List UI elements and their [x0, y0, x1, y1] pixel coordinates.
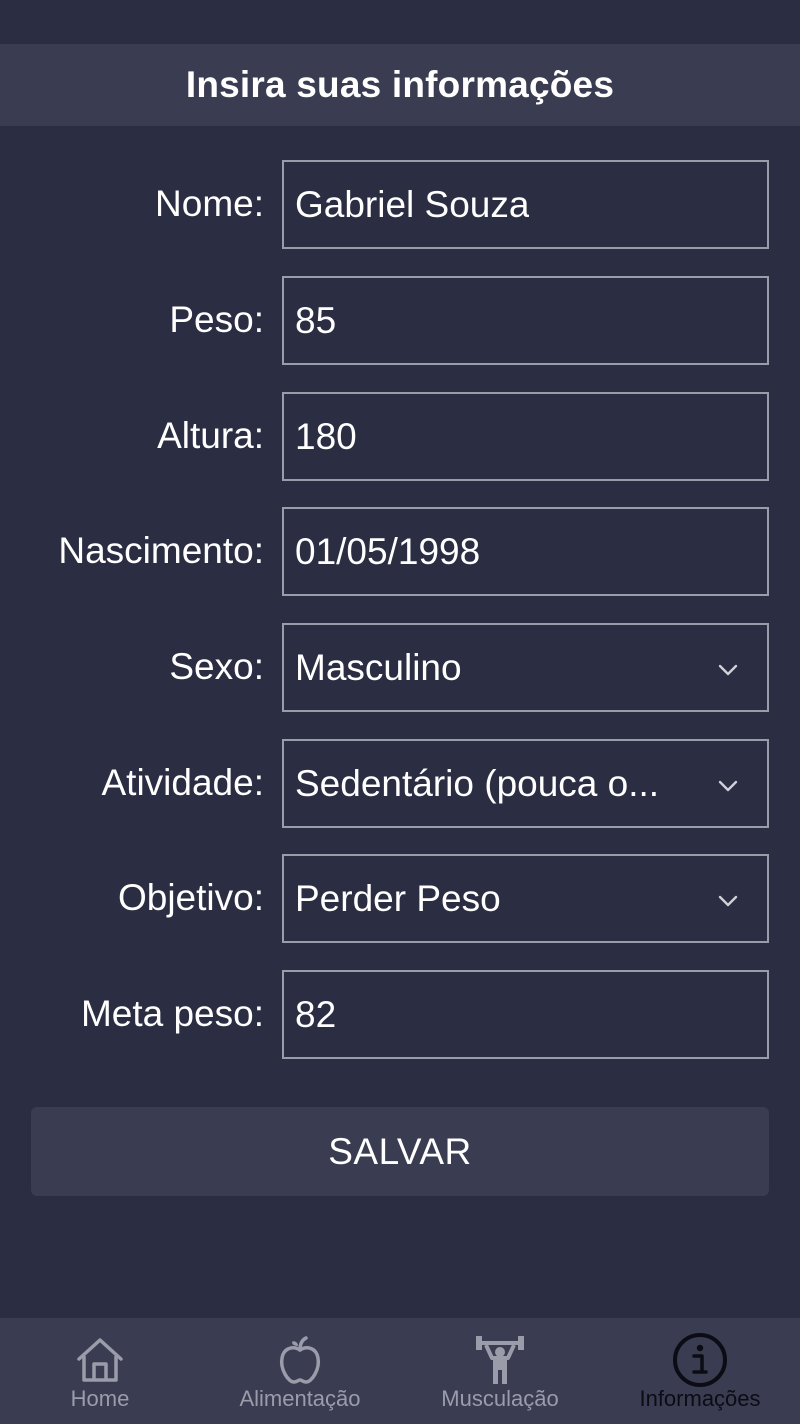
nav-label-alimentacao: Alimentação [239, 1386, 361, 1411]
nav-label-musculacao: Musculação [441, 1386, 559, 1411]
atividade-value: Sedentário (pouca o... [295, 762, 660, 804]
nav-item-musculacao[interactable]: Musculação [400, 1318, 600, 1424]
chevron-down-icon [718, 895, 738, 906]
home-icon [77, 1338, 123, 1382]
save-button[interactable]: SALVAR [31, 1107, 769, 1196]
page-title: Insira suas informações [185, 64, 615, 105]
form-row-meta-peso: Meta peso: 82 [0, 970, 800, 1060]
peso-label: Peso: [169, 299, 264, 340]
chevron-down-icon [718, 664, 738, 675]
atividade-label: Atividade: [101, 762, 265, 803]
form-row-atividade: Atividade: Sedentário (pouca o... [0, 739, 800, 829]
nome-value: Gabriel Souza [295, 183, 530, 225]
atividade-select[interactable]: Sedentário (pouca o... [282, 739, 769, 828]
sexo-label: Sexo: [169, 646, 264, 687]
nome-input[interactable]: Gabriel Souza [282, 160, 769, 249]
sexo-value: Masculino [295, 646, 462, 688]
nav-item-alimentacao[interactable]: Alimentação [200, 1318, 400, 1424]
nav-label-home: Home [70, 1386, 130, 1411]
apple-icon [279, 1336, 321, 1384]
meta-peso-label: Meta peso: [80, 993, 264, 1034]
form-row-objetivo: Objetivo: Perder Peso [0, 854, 800, 944]
nascimento-input[interactable]: 01/05/1998 [282, 507, 769, 596]
header: Insira suas informações [0, 44, 800, 126]
bottom-nav: Home Alimentação Musculação Informações [0, 1318, 800, 1424]
sexo-select[interactable]: Masculino [282, 623, 769, 712]
form-row-sexo: Sexo: Masculino [0, 623, 800, 713]
nascimento-label: Nascimento: [58, 530, 264, 571]
form-row-peso: Peso: 85 [0, 276, 800, 366]
objetivo-select[interactable]: Perder Peso [282, 854, 769, 943]
nav-item-informacoes[interactable]: Informações [600, 1318, 800, 1424]
objetivo-value: Perder Peso [295, 877, 501, 919]
altura-input[interactable]: 180 [282, 392, 769, 481]
form-row-altura: Altura: 180 [0, 392, 800, 482]
objetivo-label: Objetivo: [117, 877, 264, 918]
peso-input[interactable]: 85 [282, 276, 769, 365]
info-icon [673, 1333, 727, 1387]
form-row-nascimento: Nascimento: 01/05/1998 [0, 507, 800, 597]
meta-peso-value: 82 [295, 993, 337, 1035]
status-bar [0, 0, 800, 44]
weightlifter-icon [476, 1336, 524, 1384]
chevron-down-icon [718, 780, 738, 791]
peso-value: 85 [295, 299, 337, 341]
nav-item-home[interactable]: Home [0, 1318, 200, 1424]
meta-peso-input[interactable]: 82 [282, 970, 769, 1059]
nome-label: Nome: [155, 183, 264, 224]
nascimento-value: 01/05/1998 [295, 530, 481, 572]
altura-label: Altura: [157, 415, 264, 456]
altura-value: 180 [295, 415, 357, 457]
nav-label-informacoes: Informações [639, 1386, 761, 1411]
form-row-nome: Nome: Gabriel Souza [0, 160, 800, 250]
